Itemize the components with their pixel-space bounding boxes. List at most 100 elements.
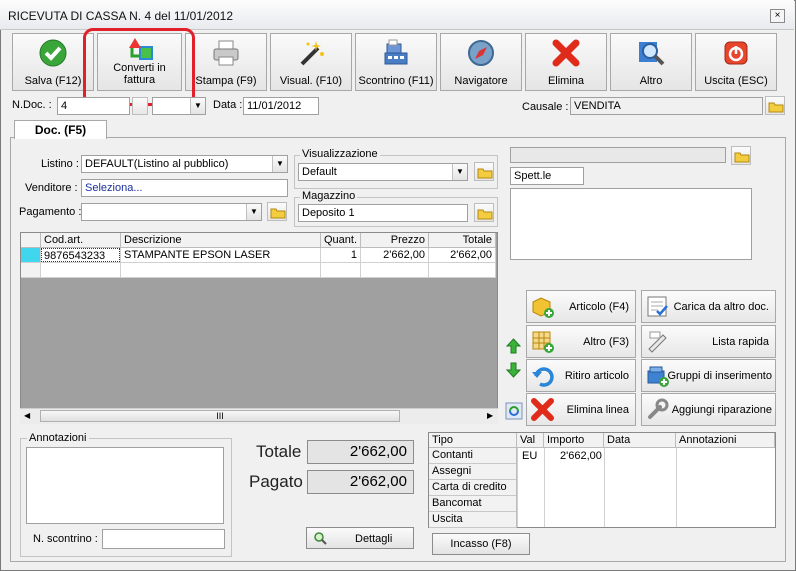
- cell-desc[interactable]: STAMPANTE EPSON LASER: [121, 248, 321, 263]
- ndoc-field[interactable]: 4: [57, 97, 130, 115]
- altro-f3-button[interactable]: Altro (F3): [526, 325, 636, 358]
- grid-header-desc[interactable]: Descrizione: [121, 233, 321, 248]
- articolo-label: Articolo (F4): [569, 301, 629, 313]
- dettagli-button[interactable]: Dettagli: [306, 527, 414, 549]
- cell-total[interactable]: 2'662,00: [429, 248, 496, 263]
- ndoc-spin-button[interactable]: [132, 97, 148, 115]
- move-up-button[interactable]: [505, 337, 522, 355]
- lista-rapida-button[interactable]: Lista rapida: [641, 325, 776, 358]
- folder-icon: [270, 208, 286, 219]
- venditore-field[interactable]: Seleziona...: [81, 179, 288, 197]
- pay-row-uscita[interactable]: Uscita: [429, 512, 517, 528]
- cell-price[interactable]: 2'662,00: [361, 248, 429, 263]
- pay-header-annotazioni[interactable]: Annotazioni: [676, 433, 775, 448]
- power-icon: [724, 41, 748, 65]
- listino-label: Listino :: [41, 158, 79, 170]
- riparazione-button[interactable]: Aggiungi riparazione: [641, 393, 776, 426]
- pay-cell-val[interactable]: EU: [522, 450, 537, 462]
- undo-icon: [532, 367, 554, 387]
- causale-folder-button[interactable]: [765, 96, 785, 115]
- pay-header-importo[interactable]: Importo: [544, 433, 604, 448]
- totale-label: Totale: [256, 442, 302, 461]
- cliente-folder-button[interactable]: [731, 146, 751, 165]
- cell-cod[interactable]: 9876543233: [41, 248, 120, 262]
- new-row-cell[interactable]: [321, 263, 361, 278]
- altro-label: Altro: [639, 75, 663, 87]
- grid-header-cod[interactable]: Cod.art.: [41, 233, 121, 248]
- cell-qty[interactable]: 1: [321, 248, 361, 263]
- chevron-down-icon: ▼: [190, 98, 205, 114]
- spett-field[interactable]: Spett.le: [510, 167, 584, 185]
- scontrino-label: Scontrino (F11): [358, 75, 434, 87]
- pagato-label: Pagato: [249, 472, 303, 491]
- visualizzazione-folder-button[interactable]: [474, 162, 494, 181]
- row-indicator[interactable]: [21, 248, 41, 263]
- close-button[interactable]: ×: [770, 9, 785, 23]
- row-indicator-new[interactable]: [21, 263, 41, 278]
- ritiro-button[interactable]: Ritiro articolo: [526, 359, 636, 392]
- pagamento-folder-button[interactable]: [267, 202, 287, 221]
- pay-row-carta[interactable]: Carta di credito: [429, 480, 517, 496]
- articolo-button[interactable]: Articolo (F4): [526, 290, 636, 323]
- scontrino-number-field[interactable]: [102, 529, 225, 549]
- scontrino-button[interactable]: Scontrino (F11): [355, 33, 437, 91]
- annotazioni-field[interactable]: [26, 447, 224, 524]
- causale-field[interactable]: VENDITA: [570, 97, 763, 115]
- salva-button[interactable]: Salva (F12): [12, 33, 94, 91]
- visual-button[interactable]: Visual. (F10): [270, 33, 352, 91]
- elimina-button[interactable]: Elimina: [525, 33, 607, 91]
- pay-row-contanti[interactable]: Contanti: [429, 448, 517, 464]
- pay-cell-importo[interactable]: 2'662,00: [560, 450, 602, 462]
- elimina-linea-button[interactable]: Elimina linea: [526, 393, 636, 426]
- cash-register-icon: [384, 39, 408, 65]
- scroll-left-icon[interactable]: ◀: [24, 411, 30, 420]
- pagato-value: 2'662,00: [307, 470, 414, 494]
- visualizzazione-select[interactable]: Default ▼: [298, 163, 468, 181]
- magazzino-folder-button[interactable]: [474, 203, 494, 222]
- new-row-cell[interactable]: [121, 263, 321, 278]
- tab-doc[interactable]: Doc. (F5): [14, 120, 107, 139]
- scroll-thumb[interactable]: III: [40, 410, 400, 422]
- zoom-icon: [314, 532, 327, 545]
- ndoc-serie-select[interactable]: ▼: [152, 97, 206, 115]
- listino-select[interactable]: DEFAULT(Listino al pubblico) ▼: [81, 155, 288, 173]
- checklist-icon: [647, 296, 668, 317]
- x-icon: [552, 39, 580, 67]
- scroll-right-icon[interactable]: ▶: [487, 411, 493, 420]
- pagamento-select[interactable]: ▼: [81, 203, 262, 221]
- pay-header-val[interactable]: Val: [517, 433, 544, 448]
- lista-rapida-label: Lista rapida: [712, 336, 769, 348]
- altro-button[interactable]: Altro: [610, 33, 692, 91]
- stampa-button[interactable]: Stampa (F9): [185, 33, 267, 91]
- grid-header-price[interactable]: Prezzo: [361, 233, 429, 248]
- new-row-cell[interactable]: [429, 263, 496, 278]
- refresh-button[interactable]: [505, 402, 523, 420]
- navigatore-button[interactable]: Navigatore: [440, 33, 522, 91]
- cliente-field[interactable]: [510, 147, 726, 163]
- altro-f3-label: Altro (F3): [583, 336, 629, 348]
- incasso-button[interactable]: Incasso (F8): [432, 533, 530, 555]
- grid-header-total[interactable]: Totale: [429, 233, 496, 248]
- folder-icon: [477, 209, 493, 220]
- riparazione-label: Aggiungi riparazione: [671, 404, 772, 416]
- grid-header-qty[interactable]: Quant.: [321, 233, 361, 248]
- list-icon: [648, 331, 667, 353]
- data-field[interactable]: 11/01/2012: [243, 97, 319, 115]
- move-down-button[interactable]: [505, 361, 522, 379]
- visualizzazione-value: Default: [302, 166, 337, 178]
- pay-row-assegni[interactable]: Assegni: [429, 464, 517, 480]
- uscita-button[interactable]: Uscita (ESC): [695, 33, 777, 91]
- carica-button[interactable]: Carica da altro doc.: [641, 290, 776, 323]
- pay-header-data[interactable]: Data: [604, 433, 676, 448]
- indirizzo-field[interactable]: [510, 188, 752, 260]
- new-row-cell[interactable]: [41, 263, 121, 278]
- magazzino-field[interactable]: Deposito 1: [298, 204, 468, 222]
- gruppi-button[interactable]: Gruppi di inserimento: [641, 359, 776, 392]
- wrench-icon: [648, 398, 669, 419]
- new-row-cell[interactable]: [361, 263, 429, 278]
- visual-label: Visual. (F10): [279, 75, 343, 87]
- pay-row-bancomat[interactable]: Bancomat: [429, 496, 517, 512]
- article-add-icon: [532, 297, 554, 318]
- uscita-label: Uscita (ESC): [704, 75, 768, 87]
- pay-header-tipo[interactable]: Tipo: [429, 433, 517, 448]
